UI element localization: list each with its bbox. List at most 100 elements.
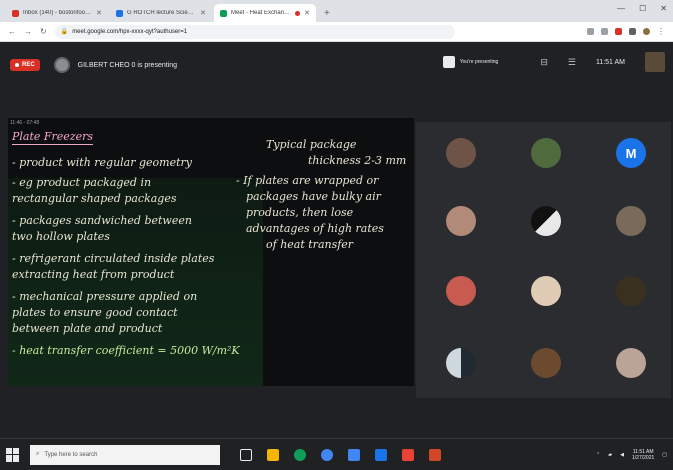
board-right-line: - If plates are wrapped or	[236, 174, 379, 187]
participant-tile[interactable]	[531, 206, 561, 236]
clock-time: 11:51 AM	[632, 448, 654, 455]
powerpoint-icon[interactable]	[429, 448, 441, 461]
self-view-tile[interactable]	[645, 52, 665, 72]
lock-icon: 🔒	[60, 29, 69, 35]
forward-icon[interactable]: →	[24, 27, 32, 36]
plus-icon[interactable]: +	[318, 8, 336, 22]
board-right-line: Typical package	[266, 138, 357, 151]
board-timestamp: 11:46 - 07:48	[10, 120, 40, 126]
volume-icon[interactable]: ◀	[620, 452, 624, 458]
network-icon[interactable]: ▰	[608, 452, 612, 458]
board-right-line: products, then lose	[246, 206, 354, 219]
meet-top-bar: REC GILBERT CHEO 0 is presenting You're …	[0, 42, 673, 88]
windows-taskbar: ⌕ Type here to search ⌃ ▰ ◀ 11:51 AM 1/2…	[0, 438, 673, 470]
extensions: ⋮	[587, 27, 665, 36]
you-presenting-label: You're presenting	[459, 59, 499, 65]
board-right-line: packages have bulky air	[246, 190, 381, 203]
board-line: plates to ensure good contact	[12, 306, 178, 319]
board-line: extracting heat from product	[12, 268, 175, 281]
taskbar-pinned-apps	[240, 448, 441, 461]
system-tray: ⌃ ▰ ◀ 11:51 AM 1/27/2021 ▢	[596, 449, 667, 461]
address-bar[interactable]: 🔒 meet.google.com/hpx-xxxx-qyt?authuser=…	[54, 24, 455, 39]
board-right-line: thickness 2-3 mm	[308, 154, 407, 167]
meet-favicon-icon	[220, 9, 227, 17]
board-line: two hollow plates	[12, 230, 110, 243]
participant-tile[interactable]	[531, 276, 561, 306]
close-icon[interactable]: ✕	[660, 4, 667, 13]
taskbar-search-box[interactable]: ⌕ Type here to search	[30, 444, 220, 465]
meeting-time: 11:51 AM	[595, 58, 625, 66]
docs-favicon-icon	[116, 9, 123, 17]
recording-indicator-icon	[295, 10, 301, 16]
board-line: - mechanical pressure applied on	[12, 290, 198, 303]
recording-badge: REC	[10, 59, 40, 71]
participant-tile[interactable]	[446, 206, 476, 236]
extension-icon[interactable]	[601, 28, 608, 35]
participant-tile[interactable]	[616, 348, 646, 378]
minimize-icon[interactable]: —	[617, 4, 625, 13]
extension-icon[interactable]	[587, 28, 594, 35]
participant-tile[interactable]: M	[616, 138, 646, 168]
record-dot-icon	[15, 63, 19, 67]
presenting-text: GILBERT CHEO 0 is presenting	[77, 61, 178, 69]
search-placeholder: Type here to search	[44, 451, 98, 458]
gmail-favicon-icon	[12, 9, 19, 17]
window-controls: — ☐ ✕	[617, 4, 667, 13]
store-icon[interactable]	[375, 448, 387, 461]
notification-icon[interactable]: ▢	[662, 452, 667, 458]
people-icon[interactable]: ☰	[568, 57, 576, 68]
board-line: between plate and product	[12, 322, 163, 335]
presenter-avatar	[53, 57, 70, 73]
close-icon[interactable]: ✕	[200, 9, 206, 17]
profile-avatar[interactable]	[643, 28, 650, 35]
layout-icon[interactable]: ⊟	[540, 57, 548, 68]
browser-tab-active[interactable]: Meet - Heat Exchange... ✕	[214, 4, 316, 22]
you-presenting-button[interactable]: You're presenting	[442, 56, 499, 68]
board-right-line: of heat transfer	[266, 238, 354, 251]
board-right-line: advantages of high rates	[246, 222, 384, 235]
windows-start-icon[interactable]	[6, 447, 20, 462]
browser-tab-strip: Inbox (140) - bostonfoodie... ✕ G ROTCH …	[0, 0, 673, 22]
presentation-blackboard: 11:46 - 07:48 Plate Freezers - product w…	[8, 118, 414, 386]
board-line: - packages sandwiched between	[12, 214, 192, 227]
chrome-icon[interactable]	[321, 448, 333, 461]
tab-title: Inbox (140) - bostonfoodie...	[23, 10, 93, 16]
photos-icon[interactable]	[402, 448, 414, 461]
extension-icon[interactable]	[615, 28, 622, 35]
participant-tile[interactable]	[446, 138, 476, 168]
participant-tile[interactable]	[531, 348, 561, 378]
browser-toolbar: ← → ↻ 🔒 meet.google.com/hpx-xxxx-qyt?aut…	[0, 22, 673, 42]
file-explorer-icon[interactable]	[267, 448, 279, 461]
participant-tile[interactable]	[616, 206, 646, 236]
extension-icon[interactable]	[629, 28, 636, 35]
present-screen-icon	[442, 56, 455, 68]
board-line: - eg product packaged in	[12, 176, 152, 189]
clock-date: 1/27/2021	[632, 454, 655, 461]
close-icon[interactable]: ✕	[96, 9, 102, 17]
board-heading: Plate Freezers	[12, 130, 94, 145]
meet-controls-right: You're presenting ⊟ ☰ 11:51 AM	[442, 52, 665, 72]
close-icon[interactable]: ✕	[304, 9, 310, 17]
board-line: rectangular shaped packages	[12, 192, 177, 205]
board-line: - heat transfer coefficient = 5000 W/m²K	[12, 344, 240, 357]
chevron-up-icon[interactable]: ⌃	[596, 452, 600, 458]
browser-tab[interactable]: Inbox (140) - bostonfoodie... ✕	[6, 4, 108, 22]
tab-title: G ROTCH lecture Science 2 ...	[127, 10, 197, 16]
board-line: - product with regular geometry	[12, 156, 193, 169]
back-icon[interactable]: ←	[8, 27, 16, 36]
meet-main-area: 11:46 - 07:48 Plate Freezers - product w…	[0, 88, 673, 438]
task-view-icon[interactable]	[240, 448, 252, 461]
taskbar-clock[interactable]: 11:51 AM 1/27/2021	[632, 449, 654, 461]
url-text: meet.google.com/hpx-xxxx-qyt?authuser=1	[72, 28, 188, 35]
mail-icon[interactable]	[348, 448, 360, 461]
browser-tab[interactable]: G ROTCH lecture Science 2 ... ✕	[110, 4, 212, 22]
participant-tile[interactable]	[616, 276, 646, 306]
rec-label: REC	[22, 62, 35, 68]
maximize-icon[interactable]: ☐	[639, 4, 646, 13]
menu-icon[interactable]: ⋮	[657, 27, 665, 36]
participant-tile[interactable]	[446, 276, 476, 306]
reload-icon[interactable]: ↻	[40, 27, 47, 36]
participant-tile[interactable]	[446, 348, 476, 378]
edge-icon[interactable]	[294, 448, 306, 461]
participant-tile[interactable]	[531, 138, 561, 168]
